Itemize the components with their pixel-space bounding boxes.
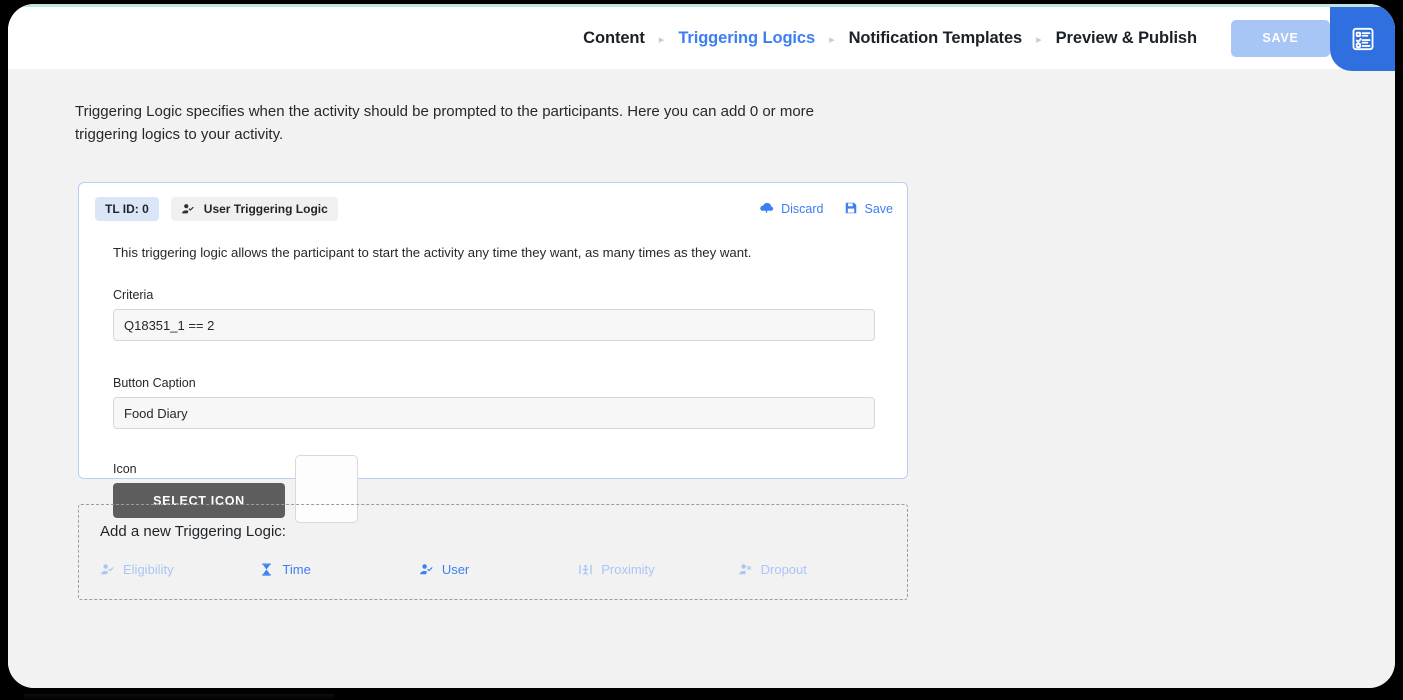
floppy-disk-icon: [844, 201, 858, 218]
add-option-label: Dropout: [761, 562, 807, 577]
discard-button[interactable]: Discard: [759, 200, 823, 218]
add-option-time[interactable]: Time: [259, 562, 418, 577]
top-bar: Content ▸ Triggering Logics ▸ Notificati…: [8, 7, 1395, 69]
add-option-label: Proximity: [601, 562, 654, 577]
breadcrumb: Content ▸ Triggering Logics ▸ Notificati…: [575, 29, 1205, 48]
add-triggering-logic-panel: Add a new Triggering Logic: Eligibility: [78, 504, 908, 600]
breadcrumb-item-notification-templates[interactable]: Notification Templates: [841, 29, 1031, 48]
tl-type-chip-label: User Triggering Logic: [204, 202, 328, 216]
save-button[interactable]: SAVE: [1231, 20, 1330, 57]
cloud-upload-icon: [759, 200, 774, 218]
person-remove-icon: [738, 562, 753, 577]
add-option-proximity[interactable]: Proximity: [578, 562, 737, 577]
breadcrumb-item-preview-publish[interactable]: Preview & Publish: [1048, 29, 1205, 48]
add-option-label: User: [442, 562, 469, 577]
activity-panel-toggle-button[interactable]: [1330, 7, 1395, 71]
triggering-logic-card: TL ID: 0 User Triggering Logic: [78, 182, 908, 479]
tl-type-chip: User Triggering Logic: [171, 197, 338, 221]
top-accent-rule: [8, 4, 1395, 7]
transfer-within-station-icon: [578, 562, 593, 577]
add-option-eligibility[interactable]: Eligibility: [100, 562, 259, 577]
add-triggering-logic-title: Add a new Triggering Logic:: [100, 523, 286, 540]
save-card-button[interactable]: Save: [844, 201, 894, 218]
button-caption-label: Button Caption: [113, 376, 196, 390]
breadcrumb-item-triggering-logics[interactable]: Triggering Logics: [670, 29, 823, 48]
add-option-dropout[interactable]: Dropout: [738, 562, 897, 577]
triggering-logic-card-header: TL ID: 0 User Triggering Logic: [79, 183, 907, 235]
add-option-label: Time: [282, 562, 310, 577]
add-option-label: Eligibility: [123, 562, 174, 577]
add-option-user[interactable]: User: [419, 562, 578, 577]
save-card-label: Save: [865, 202, 894, 216]
criteria-label: Criteria: [113, 288, 153, 302]
add-triggering-logic-options: Eligibility Time: [100, 562, 897, 577]
checklist-form-icon: [1350, 26, 1376, 52]
offscreen-text-sliver: [24, 694, 334, 700]
person-check-icon: [100, 562, 115, 577]
person-check-icon: [419, 562, 434, 577]
intro-text: Triggering Logic specifies when the acti…: [75, 101, 875, 147]
tl-id-chip: TL ID: 0: [95, 197, 159, 221]
icon-label: Icon: [113, 462, 137, 476]
device-frame: Content ▸ Triggering Logics ▸ Notificati…: [0, 0, 1403, 700]
button-caption-input[interactable]: [113, 397, 875, 429]
criteria-input[interactable]: [113, 309, 875, 341]
page-content: Triggering Logic specifies when the acti…: [8, 69, 1395, 688]
breadcrumb-item-content[interactable]: Content: [575, 29, 653, 48]
hourglass-icon: [259, 562, 274, 577]
breadcrumb-separator-icon: ▸: [1030, 33, 1048, 46]
breadcrumb-separator-icon: ▸: [823, 33, 841, 46]
card-header-actions: Discard Save: [759, 200, 893, 218]
breadcrumb-separator-icon: ▸: [653, 33, 671, 46]
triggering-logic-description: This triggering logic allows the partici…: [113, 245, 751, 260]
person-check-icon: [181, 202, 195, 216]
app-screen: Content ▸ Triggering Logics ▸ Notificati…: [8, 4, 1395, 688]
discard-label: Discard: [781, 202, 823, 216]
